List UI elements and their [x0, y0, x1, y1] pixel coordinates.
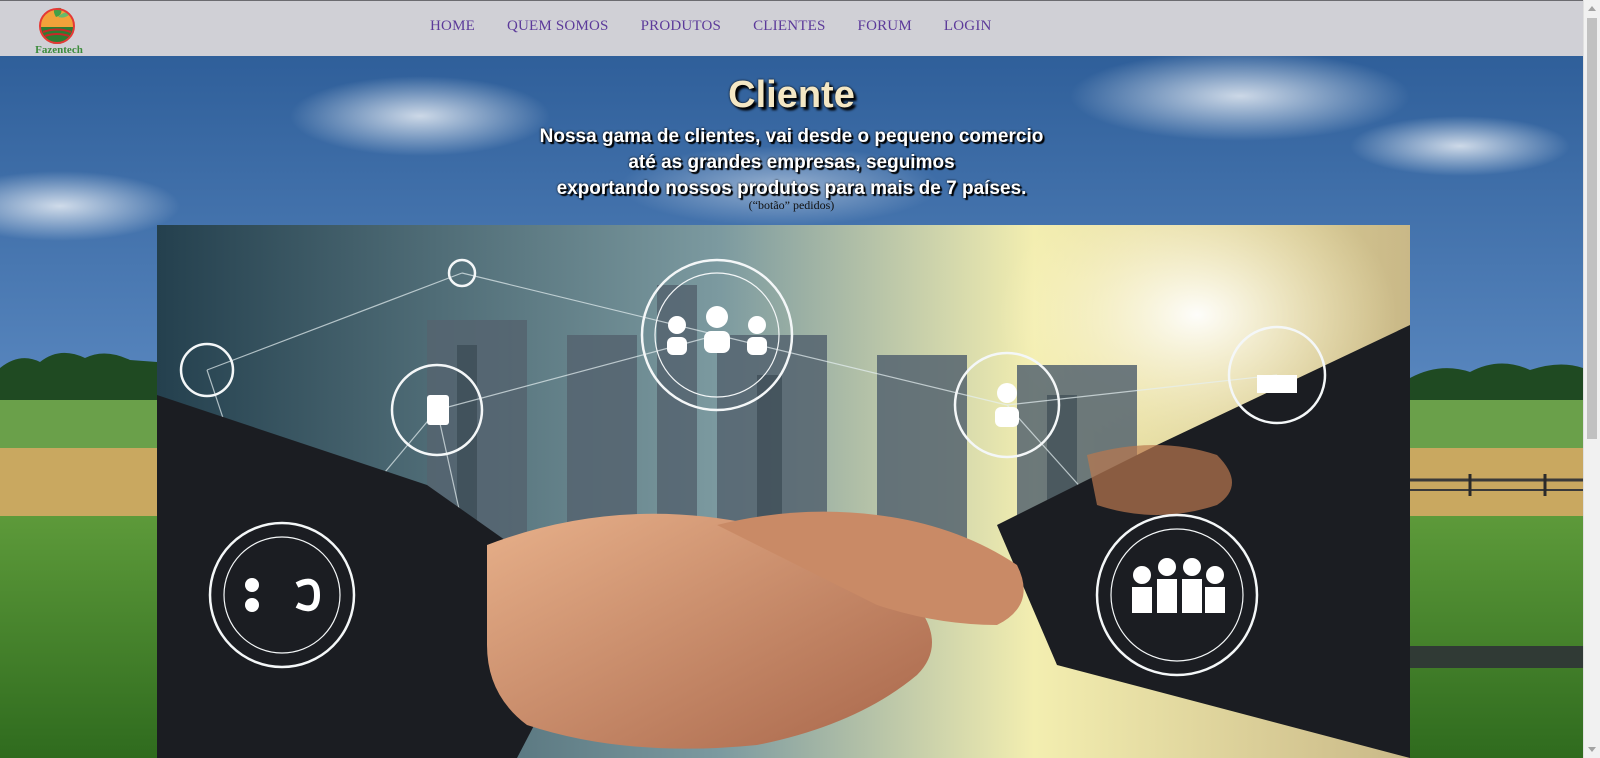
hero-line-2: até as grandes empresas, seguimos [628, 152, 955, 173]
orders-button[interactable]: (“botão” pedidos) [0, 198, 1583, 213]
hero-description: Nossa gama de clientes, vai desde o pequ… [0, 124, 1583, 202]
nav-login[interactable]: LOGIN [944, 18, 992, 35]
page-title: Cliente [728, 74, 855, 116]
scroll-up-arrow-icon[interactable] [1584, 0, 1600, 17]
scrollbar-thumb[interactable] [1587, 18, 1597, 439]
app-logo-icon [39, 7, 75, 44]
handshake-illustration [157, 225, 1410, 758]
nav-quem-somos[interactable]: QUEM SOMOS [507, 18, 609, 35]
scroll-down-arrow-icon[interactable] [1584, 741, 1600, 758]
nav-home[interactable]: HOME [430, 18, 475, 35]
nav-clientes[interactable]: CLIENTES [753, 18, 825, 35]
page-scrollbar[interactable] [1583, 0, 1600, 758]
nav-produtos[interactable]: PRODUTOS [641, 18, 722, 35]
main-nav: HOME QUEM SOMOS PRODUTOS CLIENTES FORUM … [430, 1, 992, 51]
site-logo[interactable]: Fazentech [30, 5, 86, 57]
nav-forum[interactable]: FORUM [858, 18, 912, 35]
handshake-network-image [157, 225, 1410, 758]
top-navbar: Fazentech HOME QUEM SOMOS PRODUTOS CLIEN… [0, 0, 1583, 56]
hero-line-1: Nossa gama de clientes, vai desde o pequ… [539, 126, 1044, 147]
hero-section: Cliente Nossa gama de clientes, vai desd… [0, 56, 1583, 758]
logo-text: Fazentech [35, 44, 83, 56]
